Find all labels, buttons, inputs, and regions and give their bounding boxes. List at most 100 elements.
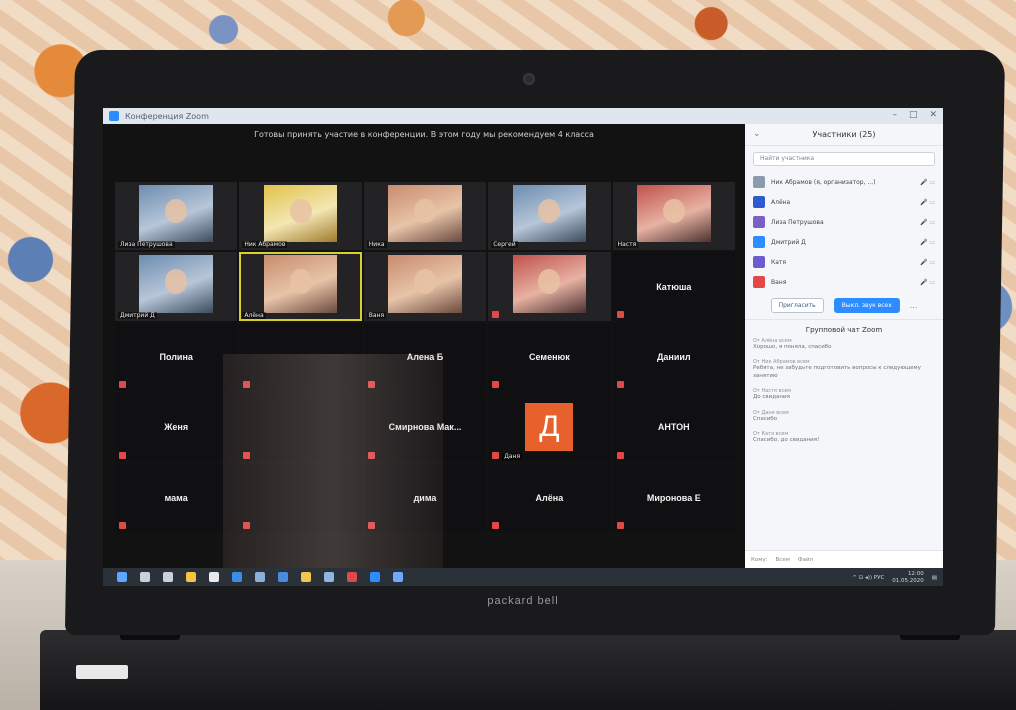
muted-mic-icon [616,451,624,459]
participant-row-label: Лиза Петрушова [771,218,824,226]
participant-name: Миронова Е [646,492,701,503]
chat-input-bar[interactable]: Кому: Всем Файл [745,550,943,568]
muted-mic-icon [367,451,375,459]
minimize-icon[interactable]: – [892,110,897,120]
chat-message-text: Спасибо [753,415,778,422]
participant-row[interactable]: Алёна 🎤 ▭ [753,192,935,212]
chat-message: От Катя всем Спасибо, до свидания! [753,431,935,444]
participant-row-label: Алёна [771,198,791,206]
video-tile[interactable] [239,463,362,532]
chevron-down-icon[interactable]: ⌄ [753,129,761,139]
chat-message: От Алёна всем Хорошо, я поняла, спасибо [753,338,935,351]
chat-file-button[interactable]: Файл [798,557,813,563]
video-tile[interactable]: дима [363,463,487,532]
participant-status-icons[interactable]: 🎤 ▭ [920,279,935,286]
video-tile[interactable]: Д Даня [488,393,611,462]
video-tile[interactable]: Лиза Петрушова [115,182,238,251]
muted-mic-icon [243,451,251,459]
chat-message: От Даня всем Спасибо [753,410,935,423]
muted-mic-icon [616,381,624,389]
video-tile[interactable]: Алёна [488,463,611,532]
video-tile[interactable]: АНТОН [612,393,735,462]
window-title: Конференция Zoom [125,111,209,121]
yandex-icon[interactable] [347,572,357,582]
participant-row[interactable]: Ваня 🎤 ▭ [753,272,935,292]
participants-actions: Пригласить Выкл. звук всех ... [745,292,943,320]
chrome-icon[interactable] [209,572,219,582]
muted-mic-icon [492,451,500,459]
windows-start-icon[interactable] [117,572,127,582]
participant-name: Семенюк [529,351,570,362]
video-tile[interactable]: мама [115,463,238,532]
participants-title: Участники (25) [812,130,876,139]
video-tile[interactable]: Ник Абрамов [239,182,362,251]
mute-all-button[interactable]: Выкл. звук всех [833,298,900,313]
video-tile[interactable]: Женя [115,393,238,462]
chat-message-text: Ребята, не забудьте подготовить вопросы … [753,365,921,379]
video-tile[interactable]: Ваня [363,252,487,321]
calculator-icon[interactable] [255,572,265,582]
participant-row[interactable]: Дмитрий Д 🎤 ▭ [753,232,935,252]
participant-video [512,184,587,243]
video-grid: Лиза Петрушова Ник Абрамов Ника Сергей Настя… [115,182,735,532]
participant-row[interactable]: Катя 🎤 ▭ [753,252,935,272]
meeting-banner: Готовы принять участие в конференции. В … [254,130,594,139]
camera-icon[interactable] [324,572,334,582]
tray-icons[interactable]: ^ ⊡ ◂)) РУС [852,575,884,581]
terminal-icon[interactable] [370,572,380,582]
chat-recipient-select[interactable]: Всем [776,557,790,563]
participant-caption: Ваня [366,311,387,319]
participant-row[interactable]: Ник Абрамов (я, организатор, ...) 🎤 ▭ [753,172,935,192]
participant-status-icons[interactable]: 🎤 ▭ [920,259,935,266]
more-options-button[interactable]: ... [910,301,918,310]
participant-caption: Дмитрий Д [118,311,157,319]
laptop-base [40,630,1016,710]
participant-caption: Настя [615,241,639,249]
video-tile[interactable]: Алена Б [363,322,487,392]
video-tile[interactable]: Катюша [612,252,735,321]
edge-icon[interactable] [232,572,242,582]
muted-mic-icon [616,310,624,318]
maximize-icon[interactable]: □ [909,110,918,120]
laptop-screen: Конференция Zoom – □ ✕ Готовы принять уч… [103,108,943,586]
video-tile[interactable] [239,322,362,392]
invite-button[interactable]: Пригласить [770,298,824,313]
task-view-icon[interactable] [163,572,173,582]
window-titlebar: Конференция Zoom – □ ✕ [103,108,943,124]
participant-caption: Сергей [491,241,518,249]
video-tile[interactable]: Смирнова Мак... [363,393,487,462]
zoom-icon[interactable] [393,572,403,582]
video-tile[interactable]: Дмитрий Д [115,252,238,321]
mail-icon[interactable] [278,572,288,582]
store-icon[interactable] [186,572,196,582]
video-tile[interactable] [488,252,611,321]
close-icon[interactable]: ✕ [929,110,937,120]
participant-caption: Ника [366,241,387,249]
folder-icon[interactable] [301,572,311,582]
video-tile[interactable]: Семенюк [488,322,611,392]
webcam [523,73,535,85]
video-tile[interactable]: Миронова Е [612,463,735,532]
video-tile[interactable]: Ника [363,182,487,251]
search-icon[interactable] [140,572,150,582]
participant-status-icons[interactable]: 🎤 ▭ [920,219,935,226]
muted-mic-icon [119,451,126,459]
video-tile[interactable] [239,393,362,462]
participants-header: ⌄ Участники (25) [745,124,943,146]
muted-mic-icon [492,381,500,389]
notifications-icon[interactable]: ▤ [932,575,937,581]
video-tile[interactable]: Сергей [488,182,611,251]
participant-search-input[interactable]: Найти участника [753,152,935,166]
video-tile[interactable]: Настя [612,182,735,251]
taskbar-clock[interactable]: 12:00 01.05.2020 [892,571,924,584]
participant-status-icons[interactable]: 🎤 ▭ [920,239,935,246]
participant-video [388,184,462,243]
participant-status-icons[interactable]: 🎤 ▭ [920,179,935,186]
participant-video [139,255,213,313]
muted-mic-icon [367,381,375,389]
video-tile[interactable]: Полина [115,322,238,392]
video-tile[interactable]: Даниил [612,322,735,392]
participant-status-icons[interactable]: 🎤 ▭ [920,199,935,206]
participant-row[interactable]: Лиза Петрушова 🎤 ▭ [753,212,935,232]
video-tile[interactable]: Алёна [239,252,362,321]
